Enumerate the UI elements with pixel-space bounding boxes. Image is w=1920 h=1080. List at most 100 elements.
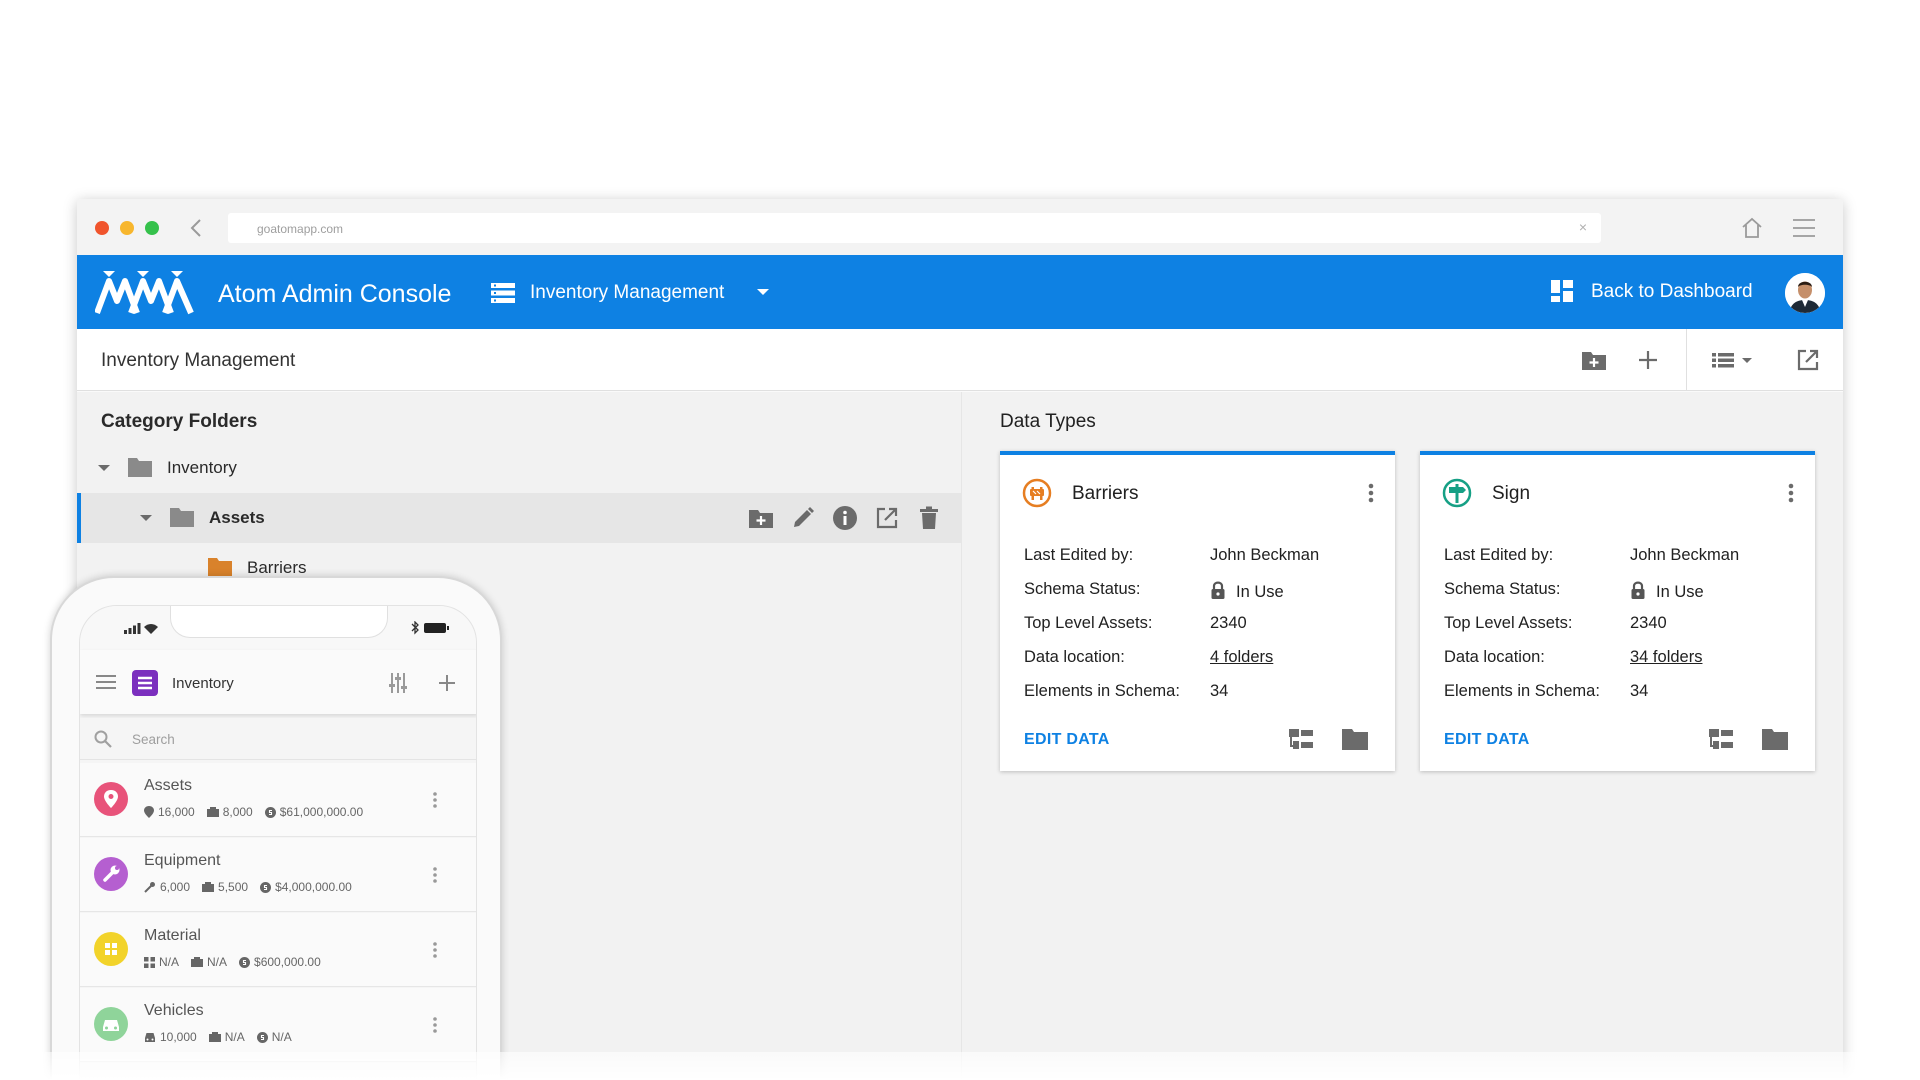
last-edited-value: John Beckman [1210,546,1320,564]
signal-wifi-icon [124,622,158,634]
more-vert-icon[interactable] [432,940,438,960]
more-vert-icon[interactable] [1787,481,1795,505]
data-type-card-sign[interactable]: Sign Last Edited by: John Beckman Schema… [1420,451,1815,771]
schema-tree-icon[interactable] [1706,724,1736,754]
list-item-name: Vehicles [144,1002,204,1019]
folder-icon [207,556,233,578]
chevron-down-icon[interactable] [97,461,111,475]
schema-status-value: In Use [1210,580,1284,602]
list-item-name: Equipment [144,852,221,869]
list-item-stats: 10,000 N/A N/A [144,1030,304,1044]
phone-search-bar[interactable]: Search [80,718,476,760]
data-types-title: Data Types [1000,411,1096,432]
data-types-panel: Data Types Barriers Last Edited by: John… [961,392,1843,1080]
clear-url-icon[interactable]: × [1579,219,1587,235]
tree-item-label: Inventory [167,458,237,477]
info-icon[interactable] [831,504,859,532]
inventory-app-icon [132,670,158,696]
add-icon[interactable] [438,674,456,692]
tree-item-inventory[interactable]: Inventory [77,443,961,493]
stat-value: N/A [271,1030,292,1044]
phone-notch [170,606,388,638]
close-window-button[interactable] [95,221,109,235]
phone-screen: Inventory Search Assets 16,000 8,000 $61… [79,605,477,1080]
phone-title: Inventory [172,675,234,692]
minimize-window-button[interactable] [120,221,134,235]
card-title: Sign [1492,483,1531,504]
open-external-icon[interactable] [1794,346,1822,374]
top-level-assets-value: 2340 [1630,614,1667,632]
elements-in-schema-value: 34 [1630,682,1649,700]
stat-count: 16,000 [158,805,195,819]
stat-value: $600,000.00 [254,955,321,969]
open-external-icon[interactable] [873,504,901,532]
more-vert-icon[interactable] [432,1015,438,1035]
elements-in-schema-value: 34 [1210,682,1229,700]
list-item-name: Material [144,927,201,944]
atom-logo[interactable] [95,269,195,315]
schema-tree-icon[interactable] [1286,724,1316,754]
field-label: Schema Status: [1444,580,1561,598]
stat-count: 10,000 [160,1030,197,1044]
edit-pencil-icon[interactable] [789,504,817,532]
last-edited-value: John Beckman [1630,546,1740,564]
tree-item-assets[interactable]: Assets [77,493,961,543]
view-toggle-icon[interactable] [1710,346,1758,374]
add-folder-icon[interactable] [747,504,775,532]
more-vert-icon[interactable] [432,790,438,810]
folder-icon [169,506,195,528]
stat-value: $61,000,000.00 [279,805,364,819]
field-label: Last Edited by: [1444,546,1554,564]
list-item-equipment[interactable]: Equipment 6,000 5,500 $4,000,000.00 [80,838,476,912]
wrench-icon [94,857,128,891]
user-avatar[interactable] [1785,273,1825,313]
data-location-link[interactable]: 4 folders [1210,648,1273,667]
more-vert-icon[interactable] [432,865,438,885]
list-item-name: Assets [144,777,193,794]
field-label: Top Level Assets: [1444,614,1573,632]
back-arrow-icon[interactable] [185,216,209,240]
hamburger-menu-icon[interactable] [96,674,116,690]
lock-icon [1210,580,1226,600]
address-bar[interactable]: goatomapp.com × [228,213,1601,243]
edit-data-button[interactable]: EDIT DATA [1444,731,1530,749]
module-label: Inventory Management [530,282,725,303]
folder-icon[interactable] [1760,724,1790,754]
phone-mockup: Inventory Search Assets 16,000 8,000 $61… [50,576,502,1080]
list-item-stats: 16,000 8,000 $61,000,000.00 [144,805,375,819]
maximize-window-button[interactable] [145,221,159,235]
hamburger-menu-icon[interactable] [1791,216,1817,240]
delete-trash-icon[interactable] [915,504,943,532]
filter-sliders-icon[interactable] [388,672,408,694]
app-bar: Atom Admin Console Inventory Management … [77,255,1843,329]
stat-stock: N/A [224,1030,245,1044]
top-level-assets-value: 2340 [1210,614,1247,632]
field-label: Data location: [1024,648,1125,666]
field-label: Schema Status: [1024,580,1141,598]
back-to-dashboard-link[interactable]: Back to Dashboard [1591,281,1753,303]
data-location-link[interactable]: 34 folders [1630,648,1702,667]
edit-data-button[interactable]: EDIT DATA [1024,731,1110,749]
chevron-down-icon[interactable] [139,511,153,525]
list-item-vehicles[interactable]: Vehicles 10,000 N/A N/A [80,988,476,1062]
url-text: goatomapp.com [257,222,344,236]
stat-count: 6,000 [160,880,191,894]
add-folder-icon[interactable] [1580,346,1608,374]
bottom-fade [0,1052,1920,1080]
list-item-material[interactable]: Material N/A N/A $600,000.00 [80,913,476,987]
list-item-stats: N/A N/A $600,000.00 [144,955,333,969]
battery-icon [410,621,450,635]
more-vert-icon[interactable] [1367,481,1375,505]
stat-count: N/A [159,955,180,969]
browser-chrome: goatomapp.com × [77,199,1843,255]
home-icon[interactable] [1739,215,1765,241]
location-pin-icon [94,782,128,816]
dashboard-icon[interactable] [1550,279,1574,303]
add-icon[interactable] [1634,346,1662,374]
list-item-assets[interactable]: Assets 16,000 8,000 $61,000,000.00 [80,763,476,837]
data-type-card-barriers[interactable]: Barriers Last Edited by: John Beckman Sc… [1000,451,1395,771]
schema-status-text: In Use [1236,583,1284,601]
field-label: Last Edited by: [1024,546,1134,564]
folder-icon[interactable] [1340,724,1370,754]
field-label: Data location: [1444,648,1545,666]
